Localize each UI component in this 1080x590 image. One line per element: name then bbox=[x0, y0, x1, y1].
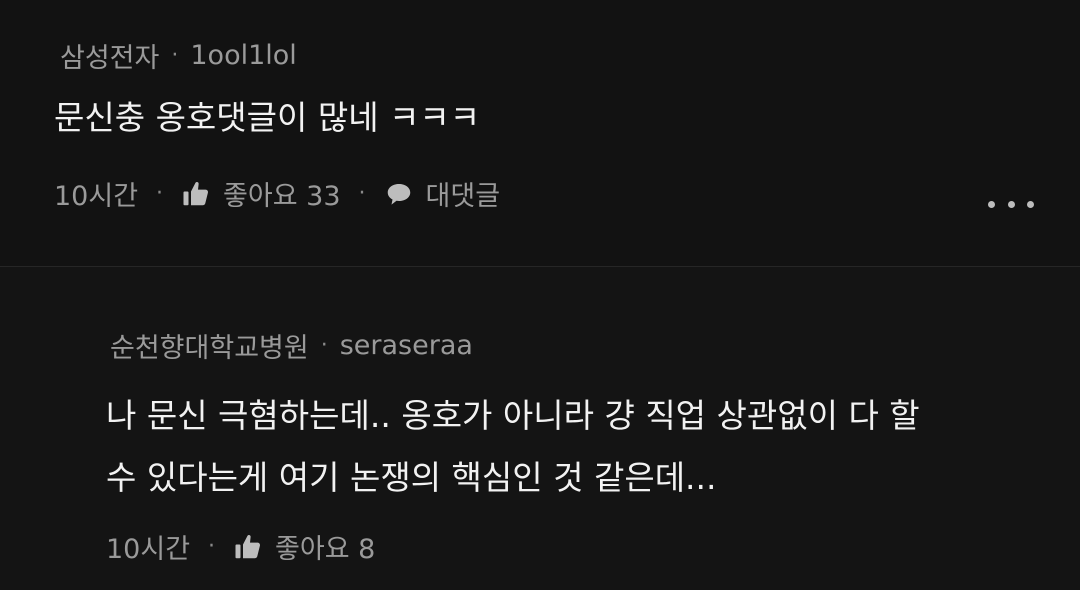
like-button[interactable]: 좋아요 33 bbox=[181, 174, 341, 213]
like-label: 좋아요 33 bbox=[223, 181, 341, 212]
comment-time: 10시간 bbox=[54, 181, 139, 212]
reply-button[interactable]: 대댓글 bbox=[384, 174, 501, 213]
comment-actions: 10시간 · 좋아요 8 bbox=[106, 527, 375, 566]
thumbs-up-icon bbox=[233, 532, 263, 562]
separator-dot: · bbox=[208, 534, 216, 559]
separator-dot: · bbox=[320, 333, 328, 358]
author-company[interactable]: 순천향대학교병원 bbox=[110, 326, 309, 365]
comment-text: 문신충 옹호댓글이 많네 ㅋㅋㅋ bbox=[54, 94, 480, 142]
separator-dot: · bbox=[358, 181, 366, 206]
author-company[interactable]: 삼성전자 bbox=[60, 36, 159, 75]
comment-item: 삼성전자 · 1ool1lol 문신충 옹호댓글이 많네 ㅋㅋㅋ 10시간 · … bbox=[0, 0, 1080, 266]
speech-bubble-icon bbox=[384, 179, 414, 209]
more-dot bbox=[1027, 200, 1034, 208]
separator-dot: · bbox=[156, 181, 164, 206]
thumbs-up-icon bbox=[181, 179, 211, 209]
comment-text-line: 문신충 옹호댓글이 많네 ㅋㅋㅋ bbox=[54, 98, 481, 137]
comment-text-line: 수 있다는게 여기 논쟁의 핵심인 것 같은데... bbox=[106, 458, 717, 497]
reply-comment-item: 순천향대학교병원 · seraseraa 나 문신 극혐하는데.. 옹호가 아니… bbox=[0, 267, 1080, 590]
comment-text: 나 문신 극혐하는데.. 옹호가 아니라 걍 직업 상관없이 다 할 수 있다는… bbox=[106, 385, 920, 509]
more-options-button[interactable] bbox=[988, 192, 1034, 216]
like-button[interactable]: 좋아요 8 bbox=[233, 527, 375, 566]
comment-text-line: 나 문신 극혐하는데.. 옹호가 아니라 걍 직업 상관없이 다 할 bbox=[106, 396, 920, 435]
comment-time: 10시간 bbox=[106, 534, 191, 565]
comment-actions: 10시간 · 좋아요 33 · 대댓글 bbox=[54, 174, 500, 213]
more-dots-icon bbox=[988, 200, 995, 208]
like-label: 좋아요 8 bbox=[275, 534, 376, 565]
comment-meta: 순천향대학교병원 · seraseraa bbox=[110, 326, 473, 365]
reply-label: 대댓글 bbox=[425, 181, 501, 212]
comment-meta: 삼성전자 · 1ool1lol bbox=[60, 36, 297, 75]
author-nickname[interactable]: seraseraa bbox=[340, 330, 473, 361]
author-nickname[interactable]: 1ool1lol bbox=[190, 40, 296, 71]
separator-dot: · bbox=[171, 43, 179, 68]
more-dot bbox=[1007, 200, 1015, 208]
